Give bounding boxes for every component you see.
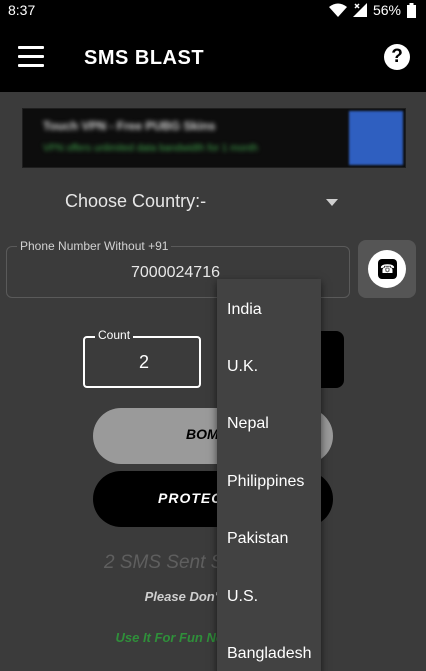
misuse-warning: Please Don't Misuse It: [144, 589, 282, 604]
country-option-bangladesh[interactable]: Bangladesh: [217, 625, 321, 671]
country-spinner-label[interactable]: Choose Country:-: [65, 191, 206, 212]
help-icon[interactable]: ?: [384, 44, 410, 70]
sms-sent-status: 2 SMS Sent S: [104, 552, 224, 573]
battery-icon: [407, 2, 416, 18]
country-option-us[interactable]: U.S.: [217, 568, 321, 625]
country-option-uk[interactable]: U.K.: [217, 338, 321, 395]
ad-subtitle: VPN offers unlimited data bandwidth for …: [43, 143, 258, 154]
country-option-nepal[interactable]: Nepal: [217, 395, 321, 452]
country-option-india[interactable]: India: [217, 281, 321, 338]
country-dropdown-menu: India U.K. Nepal Philippines Pakistan U.…: [217, 279, 321, 671]
status-bar: 8:37 56%: [0, 0, 426, 24]
country-option-philippines[interactable]: Philippines: [217, 453, 321, 510]
count-label: Count: [95, 328, 134, 342]
phone-number-value[interactable]: 7000024716: [131, 264, 220, 282]
app-bar: SMS BLAST ?: [0, 24, 426, 92]
ad-app-icon: [349, 111, 403, 165]
phone-number-label: Phone Number Without +91: [17, 239, 172, 253]
country-option-pakistan[interactable]: Pakistan: [217, 510, 321, 567]
signal-icon: [352, 3, 367, 17]
revenge-note: Use It For Fun Not For Revenge: [115, 630, 311, 645]
battery-percent: 56%: [372, 2, 401, 18]
count-value[interactable]: 2: [139, 352, 149, 373]
status-icons: 56%: [328, 2, 416, 18]
dropdown-arrow-icon[interactable]: [326, 199, 338, 206]
wifi-icon: [328, 3, 347, 17]
hamburger-menu-icon[interactable]: [18, 46, 44, 68]
status-time: 8:37: [8, 2, 36, 18]
app-title: SMS BLAST: [84, 47, 205, 69]
main-content: Touch VPN - Free PUBG Skins VPN offers u…: [0, 92, 426, 671]
ad-title: Touch VPN - Free PUBG Skins: [43, 119, 216, 133]
ad-banner[interactable]: Touch VPN - Free PUBG Skins VPN offers u…: [22, 108, 406, 168]
count-field[interactable]: Count 2: [83, 328, 201, 388]
contact-book-icon: ☎: [368, 250, 406, 288]
pick-contact-button[interactable]: ☎: [358, 240, 416, 298]
